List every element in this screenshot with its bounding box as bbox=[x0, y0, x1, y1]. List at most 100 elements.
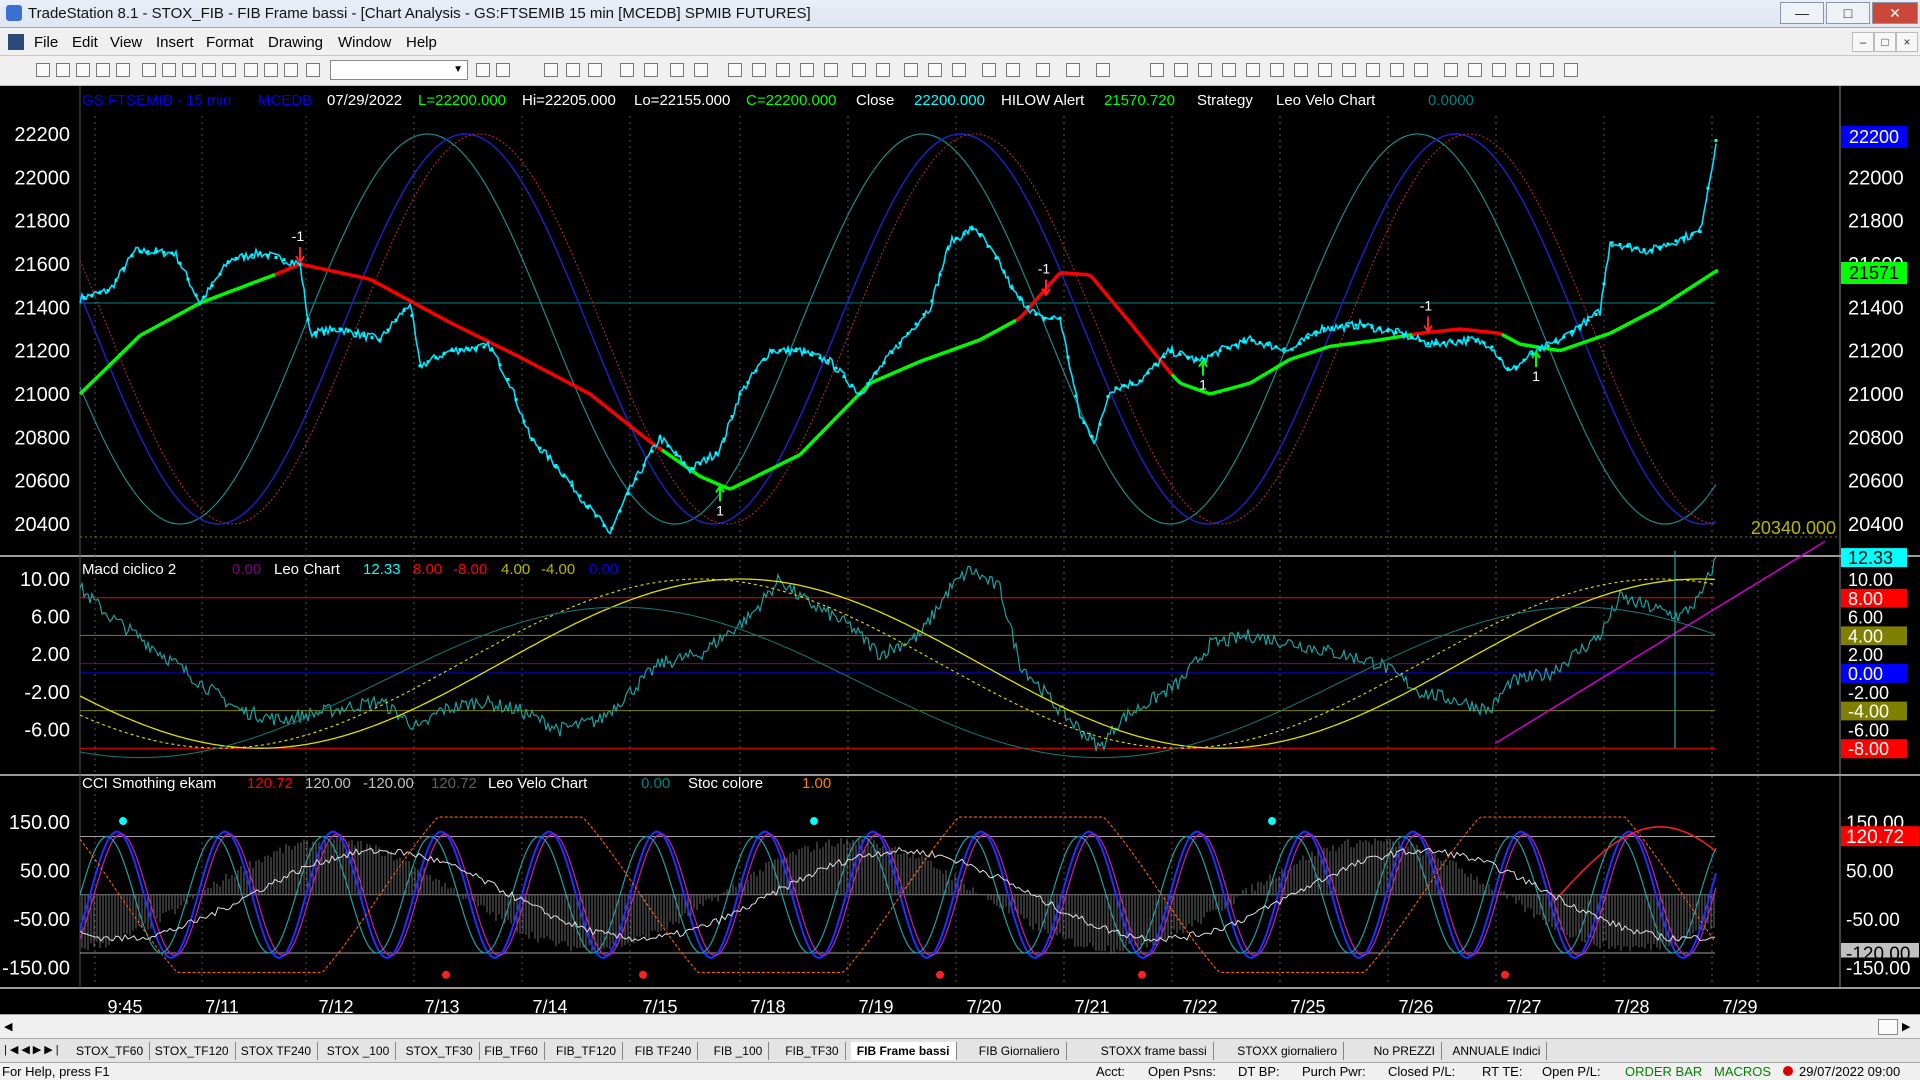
tab-fib-frame-bassi[interactable]: FIB Frame bassi bbox=[850, 1042, 957, 1060]
menu-help[interactable]: Help bbox=[406, 34, 437, 51]
menu-format[interactable]: Format bbox=[206, 34, 254, 51]
regression-icon[interactable] bbox=[1342, 63, 1356, 77]
new-icon[interactable] bbox=[36, 63, 50, 77]
tab-stoxx-giornaliero[interactable]: STOXX giornaliero bbox=[1231, 1042, 1345, 1060]
mdi-restore-icon[interactable]: □ bbox=[1874, 32, 1896, 52]
zoom-out-icon[interactable] bbox=[952, 63, 966, 77]
tab-fib-tf240[interactable]: FIB TF240 bbox=[629, 1042, 699, 1060]
scanner-icon[interactable] bbox=[620, 63, 634, 77]
go-arrow-icon[interactable] bbox=[476, 63, 490, 77]
price-bar-marker bbox=[1114, 386, 1118, 390]
minimize-button[interactable]: — bbox=[1780, 2, 1824, 24]
menu-edit[interactable]: Edit bbox=[72, 34, 98, 51]
rectangle-icon[interactable] bbox=[1540, 63, 1554, 77]
globe-icon[interactable] bbox=[306, 63, 320, 77]
copy-icon[interactable] bbox=[202, 63, 216, 77]
open-icon[interactable] bbox=[56, 63, 70, 77]
menu-insert[interactable]: Insert bbox=[156, 34, 194, 51]
horizontal-scrollbar[interactable]: ◀ ▶ bbox=[0, 1014, 1920, 1038]
order-bar-button[interactable]: ORDER BAR bbox=[1625, 1064, 1702, 1079]
text-icon[interactable] bbox=[1564, 63, 1578, 77]
radar-icon[interactable] bbox=[588, 63, 602, 77]
vertical-line-icon[interactable] bbox=[1198, 63, 1212, 77]
tab-fib-giornaliero[interactable]: FIB Giornaliero bbox=[973, 1042, 1067, 1060]
tab-stox-100[interactable]: STOX _100 bbox=[321, 1042, 397, 1060]
move-icon[interactable] bbox=[852, 63, 866, 77]
scroll-right-icon[interactable]: ▶ bbox=[1902, 1020, 1910, 1033]
order-icon[interactable] bbox=[1066, 63, 1080, 77]
bar-chart-icon[interactable] bbox=[776, 63, 790, 77]
save-all-icon[interactable] bbox=[116, 63, 130, 77]
document-icon[interactable] bbox=[8, 34, 24, 50]
hammer-icon[interactable] bbox=[1036, 63, 1050, 77]
data-window-icon[interactable] bbox=[1006, 63, 1020, 77]
arrow-up-icon[interactable] bbox=[1492, 63, 1506, 77]
menu-file[interactable]: File bbox=[34, 34, 58, 51]
open-workspace-icon[interactable] bbox=[76, 63, 90, 77]
menu-window[interactable]: Window bbox=[338, 34, 391, 51]
fib-extension-icon[interactable] bbox=[1270, 63, 1284, 77]
freehand-icon[interactable] bbox=[1444, 63, 1458, 77]
fit-icon[interactable] bbox=[904, 63, 918, 77]
arc-icon[interactable] bbox=[1390, 63, 1404, 77]
print-icon[interactable] bbox=[142, 63, 156, 77]
mdi-close-icon[interactable]: × bbox=[1896, 32, 1918, 52]
lock-icon[interactable] bbox=[244, 63, 258, 77]
portfolio-icon[interactable] bbox=[694, 63, 708, 77]
strategy-icon[interactable] bbox=[728, 63, 742, 77]
close-button[interactable]: ✕ bbox=[1872, 2, 1918, 24]
save-icon[interactable] bbox=[96, 63, 110, 77]
maximize-button[interactable]: □ bbox=[1826, 2, 1870, 24]
arrow-down-icon[interactable] bbox=[1468, 63, 1482, 77]
tab-no-prezzi[interactable]: No PREZZI bbox=[1368, 1042, 1442, 1060]
print-preview-icon[interactable] bbox=[162, 63, 176, 77]
scroll-thumb[interactable] bbox=[1878, 1019, 1898, 1035]
ellipse-icon[interactable] bbox=[1516, 63, 1530, 77]
cut-icon[interactable] bbox=[182, 63, 196, 77]
chart-canvas[interactable]: GS:FTSEMIB - 15 min MCEDB 07/29/2022 L=2… bbox=[0, 86, 1920, 1017]
scroll-left-icon[interactable]: ◀ bbox=[4, 1020, 12, 1033]
macros-button[interactable]: MACROS bbox=[1714, 1064, 1771, 1079]
tab-nav-icons[interactable]: |◀◀▶▶| bbox=[4, 1043, 62, 1056]
scale-icon[interactable] bbox=[876, 63, 890, 77]
paintbar-icon[interactable] bbox=[800, 63, 814, 77]
speed-lines-icon[interactable] bbox=[1318, 63, 1332, 77]
showme-icon[interactable] bbox=[824, 63, 838, 77]
paste-icon[interactable] bbox=[222, 63, 236, 77]
tab-stoxx-frame-bassi[interactable]: STOXX frame bassi bbox=[1095, 1042, 1214, 1060]
tab-stox-tf60[interactable]: STOX_TF60 bbox=[70, 1042, 151, 1060]
trend-ma-segment bbox=[937, 352, 942, 357]
calendar-icon[interactable] bbox=[284, 63, 298, 77]
news-icon[interactable] bbox=[644, 63, 658, 77]
tab-fib-tf120[interactable]: FIB_TF120 bbox=[550, 1042, 624, 1060]
horizontal-line-icon[interactable] bbox=[1174, 63, 1188, 77]
tab-stox-tf30[interactable]: STOX_TF30 bbox=[400, 1042, 480, 1060]
lookup-icon[interactable] bbox=[496, 63, 510, 77]
indicator-icon[interactable] bbox=[752, 63, 766, 77]
tab-fib-tf30[interactable]: FIB_TF30 bbox=[779, 1042, 846, 1060]
menu-view[interactable]: View bbox=[110, 34, 142, 51]
mdi-minimize-icon[interactable]: – bbox=[1852, 32, 1874, 52]
menu-drawing[interactable]: Drawing bbox=[268, 34, 323, 51]
tab-fib-100[interactable]: FIB _100 bbox=[708, 1042, 770, 1060]
chart-analysis-window[interactable]: GS:FTSEMIB - 15 min MCEDB 07/29/2022 L=2… bbox=[0, 86, 1920, 1017]
tab-annuale-indici[interactable]: ANNUALE Indici bbox=[1446, 1042, 1548, 1060]
zoom-in-icon[interactable] bbox=[928, 63, 942, 77]
chart-icon[interactable] bbox=[544, 63, 558, 77]
clipboard-icon[interactable] bbox=[264, 63, 278, 77]
tab-stox-tf120[interactable]: STOX_TF120 bbox=[149, 1042, 236, 1060]
channel-icon[interactable] bbox=[1222, 63, 1236, 77]
fib-retracement-icon[interactable] bbox=[1246, 63, 1260, 77]
alert-icon[interactable] bbox=[1096, 63, 1110, 77]
cycle-icon[interactable] bbox=[1366, 63, 1380, 77]
symbol-dropdown[interactable]: ▼ bbox=[330, 60, 468, 80]
trendline-icon[interactable] bbox=[1150, 63, 1164, 77]
pointer-icon[interactable] bbox=[982, 63, 996, 77]
gann-fan-icon[interactable] bbox=[1294, 63, 1308, 77]
trend-ma-segment bbox=[361, 275, 366, 280]
pen-icon[interactable] bbox=[1414, 63, 1428, 77]
matrix-icon[interactable] bbox=[566, 63, 580, 77]
tab-fib-tf60[interactable]: FIB_TF60 bbox=[478, 1042, 545, 1060]
tab-stox-tf240[interactable]: STOX TF240 bbox=[235, 1042, 319, 1060]
options-icon[interactable] bbox=[670, 63, 684, 77]
